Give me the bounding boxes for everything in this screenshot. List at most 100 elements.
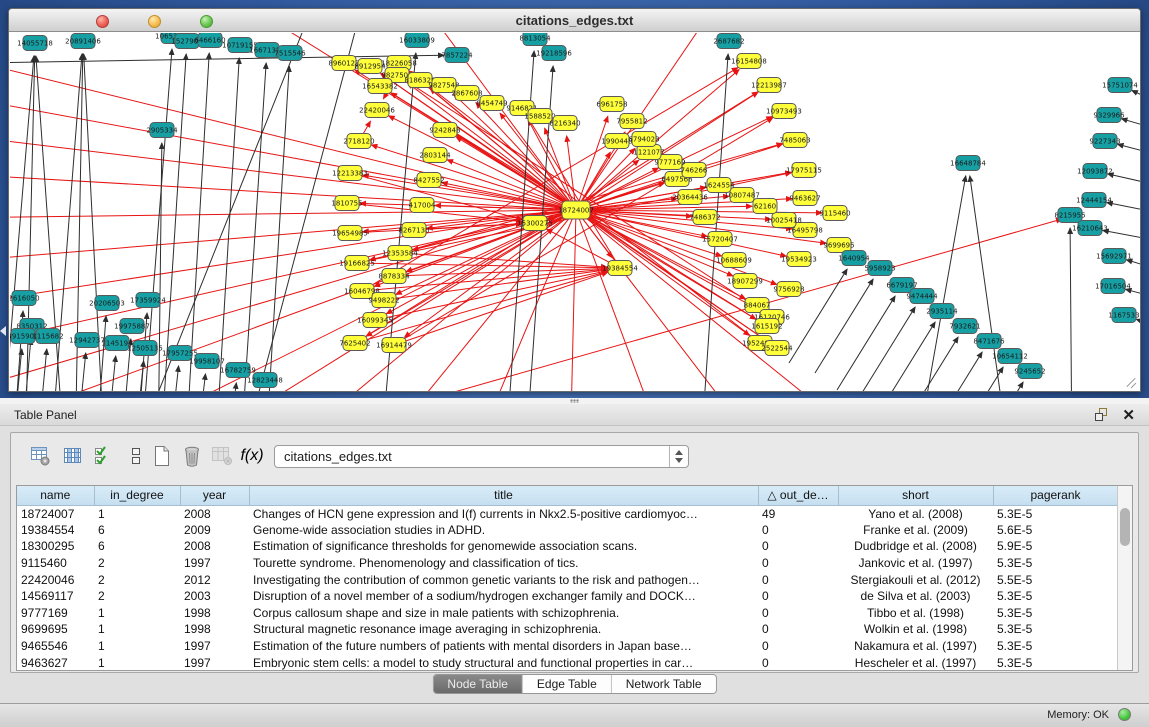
graph-node[interactable]: 12213383 — [332, 166, 368, 181]
memory-status-indicator[interactable] — [1118, 708, 1131, 721]
graph-node[interactable]: 12213987 — [751, 78, 787, 93]
graph-node[interactable]: 8427552 — [413, 173, 444, 188]
graph-node[interactable]: 19166825 — [339, 256, 375, 271]
function-builder-button[interactable]: f(x) — [239, 443, 265, 469]
graph-node[interactable]: 9463627 — [789, 191, 820, 206]
graph-node[interactable]: 8878334 — [378, 269, 410, 284]
column-header[interactable]: title — [249, 486, 758, 505]
graph-node[interactable]: 1990448 — [601, 134, 632, 149]
tab-node-table[interactable]: Node Table — [433, 675, 523, 694]
column-header[interactable]: in_degree — [94, 486, 180, 505]
table-row[interactable]: 2242004622012Investigating the contribut… — [17, 571, 1118, 588]
graph-node[interactable]: 8267130 — [398, 223, 429, 238]
graph-node[interactable]: 12444154 — [1076, 193, 1112, 208]
column-header[interactable]: short — [838, 486, 993, 505]
graph-node[interactable]: 2616050 — [10, 291, 40, 306]
graph-node[interactable]: 22420046 — [359, 103, 395, 118]
graph-node[interactable]: 7515546 — [274, 46, 306, 61]
table-row[interactable]: 1938455462009Genome-wide association stu… — [17, 522, 1118, 539]
column-header[interactable]: name — [17, 486, 94, 505]
graph-node[interactable]: 16648784 — [950, 156, 986, 171]
graph-node[interactable]: 7486372 — [689, 210, 720, 225]
new-column-button[interactable] — [149, 443, 175, 469]
graph-node[interactable]: 10654112 — [992, 349, 1028, 364]
split-pane-grip[interactable] — [570, 399, 579, 403]
graph-node[interactable]: 1810755 — [331, 196, 362, 211]
row-height-button[interactable] — [123, 443, 149, 469]
graph-node[interactable]: 2687682 — [713, 34, 744, 49]
graph-node[interactable]: 8471676 — [973, 334, 1005, 349]
graph-node[interactable]: 9242848 — [429, 123, 460, 138]
graph-node[interactable]: 16033809 — [399, 33, 435, 48]
table-row[interactable]: 911546021997Tourette syndrome. Phenomeno… — [17, 555, 1118, 572]
panel-collapse-arrow-icon[interactable] — [0, 326, 6, 336]
graph-node[interactable]: 9115460 — [819, 206, 850, 221]
graph-node[interactable]: 17359924 — [130, 293, 166, 308]
graph-node[interactable]: 1167533 — [1108, 308, 1139, 323]
table-scrollbar-track[interactable] — [1117, 486, 1132, 670]
graph-node[interactable]: 7625402 — [339, 336, 370, 351]
window-resize-grip[interactable] — [1125, 376, 1137, 388]
column-header[interactable]: △ out_de… — [758, 486, 838, 505]
graph-node[interactable]: 20206503 — [89, 296, 125, 311]
graph-node[interactable]: 8813054 — [519, 33, 551, 46]
graph-node[interactable]: 17975115 — [786, 163, 822, 178]
graph-node[interactable]: 9756928 — [773, 282, 804, 297]
graph-node[interactable]: 417004 — [409, 198, 436, 213]
graph-node[interactable]: 1624554 — [703, 178, 735, 193]
graph-node[interactable]: 17016504 — [1095, 279, 1131, 294]
graph-node[interactable]: 7485063 — [779, 133, 810, 148]
graph-node[interactable]: 2867608 — [451, 86, 482, 101]
graph-node[interactable]: 8216340 — [549, 116, 580, 131]
table-row[interactable]: 946362711997Embryonic stem cells: a mode… — [17, 654, 1118, 671]
graph-node[interactable]: 1615192 — [751, 319, 782, 334]
graph-node[interactable]: 5958923 — [864, 261, 895, 276]
table-row[interactable]: 1456911722003Disruption of a novel membe… — [17, 588, 1118, 605]
table-scrollbar-thumb[interactable] — [1120, 508, 1130, 546]
graph-node[interactable]: 20891406 — [65, 34, 101, 49]
graph-node[interactable]: 6466160 — [194, 33, 225, 48]
graph-node[interactable]: 6794023 — [628, 132, 659, 147]
graph-node[interactable]: 9227343 — [1089, 134, 1120, 149]
graph-node[interactable]: 19384554 — [602, 261, 638, 276]
window-titlebar[interactable]: citations_edges.txt — [9, 9, 1140, 32]
graph-node[interactable]: 8454749 — [476, 96, 507, 111]
graph-node[interactable]: 19218596 — [536, 46, 572, 61]
table-row[interactable]: 946554611997Estimation of the future num… — [17, 638, 1118, 655]
graph-node[interactable]: 10688609 — [716, 253, 752, 268]
graph-hub-node[interactable]: 18724007 — [558, 201, 594, 219]
graph-node[interactable]: 6961758 — [596, 97, 627, 112]
table-source-select[interactable]: citations_edges.txt — [274, 445, 689, 468]
graph-node[interactable]: 1115682 — [32, 329, 63, 344]
float-panel-icon[interactable] — [1095, 408, 1109, 422]
graph-node[interactable]: 15751074 — [1102, 78, 1138, 93]
tab-edge-table[interactable]: Edge Table — [523, 675, 612, 694]
table-row[interactable]: 1830029562008Estimation of significance … — [17, 538, 1118, 555]
combo-stepper-icon[interactable] — [669, 446, 688, 467]
tab-network-table[interactable]: Network Table — [612, 675, 716, 694]
graph-node[interactable]: 19975887 — [114, 319, 150, 334]
column-header[interactable]: year — [180, 486, 249, 505]
graph-node[interactable]: 9474444 — [906, 289, 938, 304]
graph-node[interactable]: 1640954 — [838, 251, 870, 266]
table-row[interactable]: 1872400712008Changes of HCN gene express… — [17, 505, 1118, 522]
select-columns-button[interactable] — [91, 443, 117, 469]
graph-node[interactable]: 9498222 — [368, 293, 399, 308]
graph-node[interactable]: 62160 — [753, 199, 777, 214]
graph-node[interactable]: 12942737 — [69, 333, 105, 348]
graph-node[interactable]: 15692971 — [1096, 249, 1132, 264]
graph-node[interactable]: 9245652 — [1014, 364, 1045, 379]
table-row[interactable]: 969969511998Structural magnetic resonanc… — [17, 621, 1118, 638]
graph-node[interactable]: 2803144 — [419, 148, 451, 163]
graph-node[interactable]: 12093872 — [1077, 164, 1113, 179]
graph-node[interactable]: 12823448 — [247, 373, 283, 388]
graph-node[interactable]: 10973493 — [766, 104, 802, 119]
graph-node[interactable]: 2718120 — [343, 134, 374, 149]
graph-node[interactable]: 16782759 — [220, 363, 256, 378]
graph-node[interactable]: 19534923 — [781, 252, 817, 267]
graph-node[interactable]: 7955812 — [616, 114, 647, 129]
show-columns-button[interactable] — [60, 443, 86, 469]
column-header[interactable]: pagerank — [993, 486, 1118, 505]
graph-node[interactable]: 2905334 — [146, 123, 178, 138]
graph-node[interactable]: 2935114 — [926, 304, 958, 319]
